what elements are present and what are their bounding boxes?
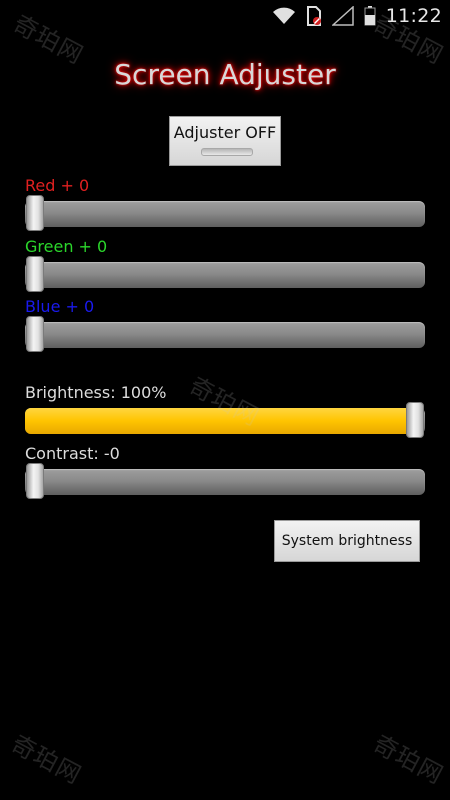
brightness-slider-label: Brightness: 100% bbox=[25, 383, 167, 402]
wifi-icon bbox=[272, 7, 295, 24]
battery-icon bbox=[364, 6, 376, 26]
app-screen: 11:22 Screen Adjuster Adjuster OFF Red +… bbox=[0, 0, 450, 800]
green-slider-label: Green + 0 bbox=[25, 237, 108, 256]
toggle-indicator bbox=[201, 148, 253, 156]
watermark: 奇珀网 bbox=[368, 729, 449, 790]
system-brightness-button[interactable]: System brightness bbox=[274, 520, 420, 562]
green-slider[interactable] bbox=[25, 256, 425, 292]
blue-slider-thumb[interactable] bbox=[26, 316, 44, 352]
adjuster-toggle-button[interactable]: Adjuster OFF bbox=[169, 116, 281, 166]
contrast-slider-thumb[interactable] bbox=[26, 463, 44, 499]
status-icons: 11:22 bbox=[272, 4, 442, 28]
contrast-slider-label: Contrast: -0 bbox=[25, 444, 120, 463]
status-bar: 11:22 bbox=[0, 0, 450, 32]
sim-card-icon bbox=[306, 6, 321, 26]
page-title: Screen Adjuster bbox=[114, 58, 336, 91]
blue-slider-label: Blue + 0 bbox=[25, 297, 95, 316]
red-slider-label: Red + 0 bbox=[25, 176, 90, 195]
contrast-slider[interactable] bbox=[25, 463, 425, 499]
red-slider-thumb[interactable] bbox=[26, 195, 44, 231]
blue-slider[interactable] bbox=[25, 316, 425, 352]
brightness-slider[interactable] bbox=[25, 402, 425, 438]
red-slider[interactable] bbox=[25, 195, 425, 231]
brightness-slider-fill bbox=[25, 408, 415, 434]
brightness-slider-thumb[interactable] bbox=[406, 402, 424, 438]
watermark: 奇珀网 bbox=[6, 729, 87, 790]
status-time: 11:22 bbox=[385, 5, 442, 27]
adjuster-toggle-label: Adjuster OFF bbox=[173, 123, 277, 142]
signal-icon bbox=[331, 6, 354, 26]
green-slider-thumb[interactable] bbox=[26, 256, 44, 292]
